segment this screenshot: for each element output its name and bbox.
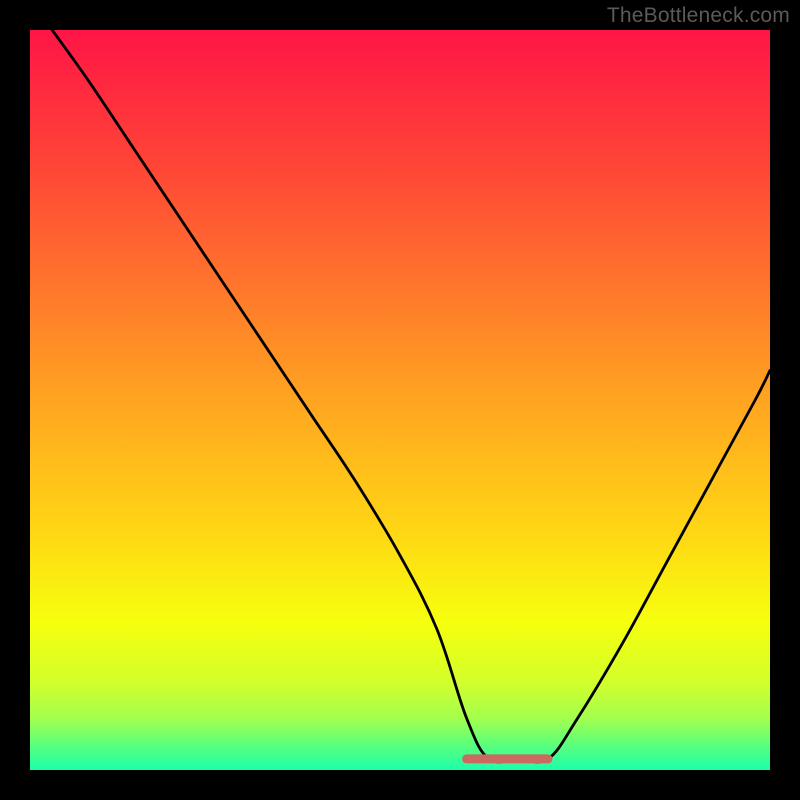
gradient-background bbox=[30, 30, 770, 770]
plot-area bbox=[30, 30, 770, 770]
chart-svg bbox=[30, 30, 770, 770]
watermark-text: TheBottleneck.com bbox=[607, 4, 790, 28]
chart-frame: TheBottleneck.com bbox=[0, 0, 800, 800]
